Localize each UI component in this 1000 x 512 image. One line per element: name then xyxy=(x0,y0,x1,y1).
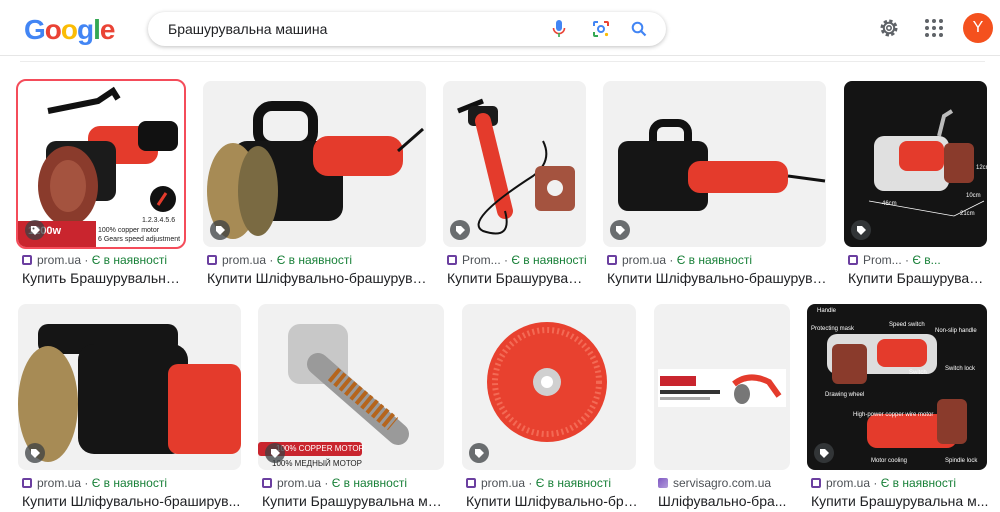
diagram-label: Drawing wheel xyxy=(825,392,865,398)
site-favicon xyxy=(658,478,668,488)
image-result[interactable]: prom.ua · Є в наявності Купити Шліфуваль… xyxy=(203,81,428,291)
result-source[interactable]: Prom... · Є в... xyxy=(848,253,941,267)
dimension-label: 12cm xyxy=(976,165,987,171)
image-result[interactable]: 46cm 21cm 10cm 12cm Prom... · Є в... Куп… xyxy=(844,81,989,291)
result-title[interactable]: Купити Шліфувально-брашурува... xyxy=(607,270,828,286)
result-source[interactable]: servisagro.com.ua xyxy=(658,476,771,490)
tag-icon xyxy=(210,220,230,240)
tag-icon xyxy=(25,220,45,240)
diagram-label: Non-slip handle xyxy=(935,328,977,334)
microphone-icon[interactable] xyxy=(548,18,570,40)
image-result[interactable]: 100% COPPER MOTOR 100% МЕДНЫЙ МОТОР prom… xyxy=(258,304,446,512)
tag-icon xyxy=(450,220,470,240)
result-source[interactable]: Prom... · Є в наявності xyxy=(447,253,587,267)
result-image[interactable] xyxy=(603,81,826,247)
overlay-text: 100% COPPER MOTOR xyxy=(276,444,365,453)
overlay-text: 6 Gears speed adjustment xyxy=(98,236,181,243)
result-image[interactable]: 1200w 100% copper motor 6 Gears speed ad… xyxy=(16,79,186,249)
result-image[interactable]: 46cm 21cm 10cm 12cm xyxy=(844,81,987,247)
google-logo[interactable]: Google xyxy=(24,14,115,46)
image-result[interactable]: prom.ua · Є в наявності Купити Шліфуваль… xyxy=(603,81,828,291)
avatar[interactable]: Y xyxy=(963,13,993,43)
tag-icon xyxy=(25,443,45,463)
site-favicon xyxy=(607,255,617,265)
result-title[interactable]: Купити Брашурувал... xyxy=(447,270,588,286)
diagram-label: Motor cooling xyxy=(871,458,908,464)
result-image[interactable]: Handle Speed switch Protecting mask Non-… xyxy=(807,304,987,470)
tag-icon xyxy=(814,443,834,463)
diagram-label: High-power copper wire motor xyxy=(853,412,934,418)
image-result[interactable]: servisagro.com.ua Шліфувально-бра... xyxy=(654,304,792,512)
tag-icon xyxy=(265,443,285,463)
result-title[interactable]: Купити Шліфувально-брашурува... xyxy=(207,270,428,286)
search-box[interactable]: Брашурувальна машина xyxy=(148,12,666,46)
result-source[interactable]: prom.ua · Є в наявності xyxy=(607,253,752,267)
top-bar: Google Брашурувальна машина Y xyxy=(0,0,1000,56)
result-source[interactable]: prom.ua · Є в наявності xyxy=(466,476,611,490)
result-title[interactable]: Купить Брашурувальна ... xyxy=(22,270,186,286)
dimension-label: 46cm xyxy=(882,201,897,207)
site-favicon xyxy=(848,255,858,265)
site-favicon xyxy=(22,255,32,265)
result-image[interactable] xyxy=(654,304,790,470)
site-favicon xyxy=(22,478,32,488)
image-result[interactable]: Prom... · Є в наявності Купити Брашурува… xyxy=(443,81,588,291)
result-title[interactable]: Купити Шліфувально-браширув... xyxy=(22,493,243,509)
tag-icon xyxy=(469,443,489,463)
tag-icon xyxy=(851,220,871,240)
result-title[interactable]: Купити Брашуруваль... xyxy=(848,270,989,286)
result-source[interactable]: prom.ua · Є в наявності xyxy=(207,253,352,267)
dimension-label: 21cm xyxy=(960,211,975,217)
divider xyxy=(20,61,985,62)
result-title[interactable]: Купити Брашурувальна ма... xyxy=(262,493,446,509)
tag-icon xyxy=(610,220,630,240)
diagram-label: Handle xyxy=(817,308,837,314)
apps-grid-icon[interactable] xyxy=(924,18,944,38)
image-result[interactable]: prom.ua · Є в наявності Купити Шліфуваль… xyxy=(18,304,243,512)
result-title[interactable]: Купити Брашурувальна м... xyxy=(811,493,989,509)
diagram-label: Protecting mask xyxy=(811,326,855,332)
result-source[interactable]: prom.ua · Є в наявності xyxy=(262,476,407,490)
site-favicon xyxy=(466,478,476,488)
diagram-label: Speed switch xyxy=(889,322,925,328)
result-source[interactable]: prom.ua · Є в наявності xyxy=(811,476,956,490)
result-image[interactable] xyxy=(443,81,586,247)
overlay-text: 100% copper motor xyxy=(98,227,160,234)
diagram-label: Spindle lock xyxy=(945,458,978,464)
site-favicon xyxy=(447,255,457,265)
image-result[interactable]: 1200w 100% copper motor 6 Gears speed ad… xyxy=(16,79,186,291)
dimension-label: 10cm xyxy=(966,193,981,199)
result-image[interactable] xyxy=(462,304,636,470)
result-source[interactable]: prom.ua · Є в наявності xyxy=(22,476,167,490)
site-favicon xyxy=(207,255,217,265)
search-icon[interactable] xyxy=(628,18,650,40)
result-image[interactable] xyxy=(18,304,241,470)
site-favicon xyxy=(811,478,821,488)
image-result[interactable]: prom.ua · Є в наявності Купити Шліфуваль… xyxy=(462,304,638,512)
diagram-label: Switch xyxy=(909,370,927,376)
site-favicon xyxy=(262,478,272,488)
overlay-text: 100% МЕДНЫЙ МОТОР xyxy=(272,459,362,468)
result-source[interactable]: prom.ua · Є в наявності xyxy=(22,253,167,267)
result-title[interactable]: Купити Шліфувально-бра... xyxy=(466,493,638,509)
diagram-label: Switch lock xyxy=(945,366,976,372)
gear-icon[interactable] xyxy=(878,17,900,39)
lens-icon[interactable] xyxy=(590,18,612,40)
result-image[interactable] xyxy=(203,81,426,247)
search-input[interactable]: Брашурувальна машина xyxy=(168,21,327,37)
result-title[interactable]: Шліфувально-бра... xyxy=(658,493,794,509)
image-result[interactable]: Handle Speed switch Protecting mask Non-… xyxy=(807,304,989,512)
result-image[interactable]: 100% COPPER MOTOR 100% МЕДНЫЙ МОТОР xyxy=(258,304,444,470)
overlay-text: 1.2.3.4.5.6 xyxy=(142,217,176,224)
